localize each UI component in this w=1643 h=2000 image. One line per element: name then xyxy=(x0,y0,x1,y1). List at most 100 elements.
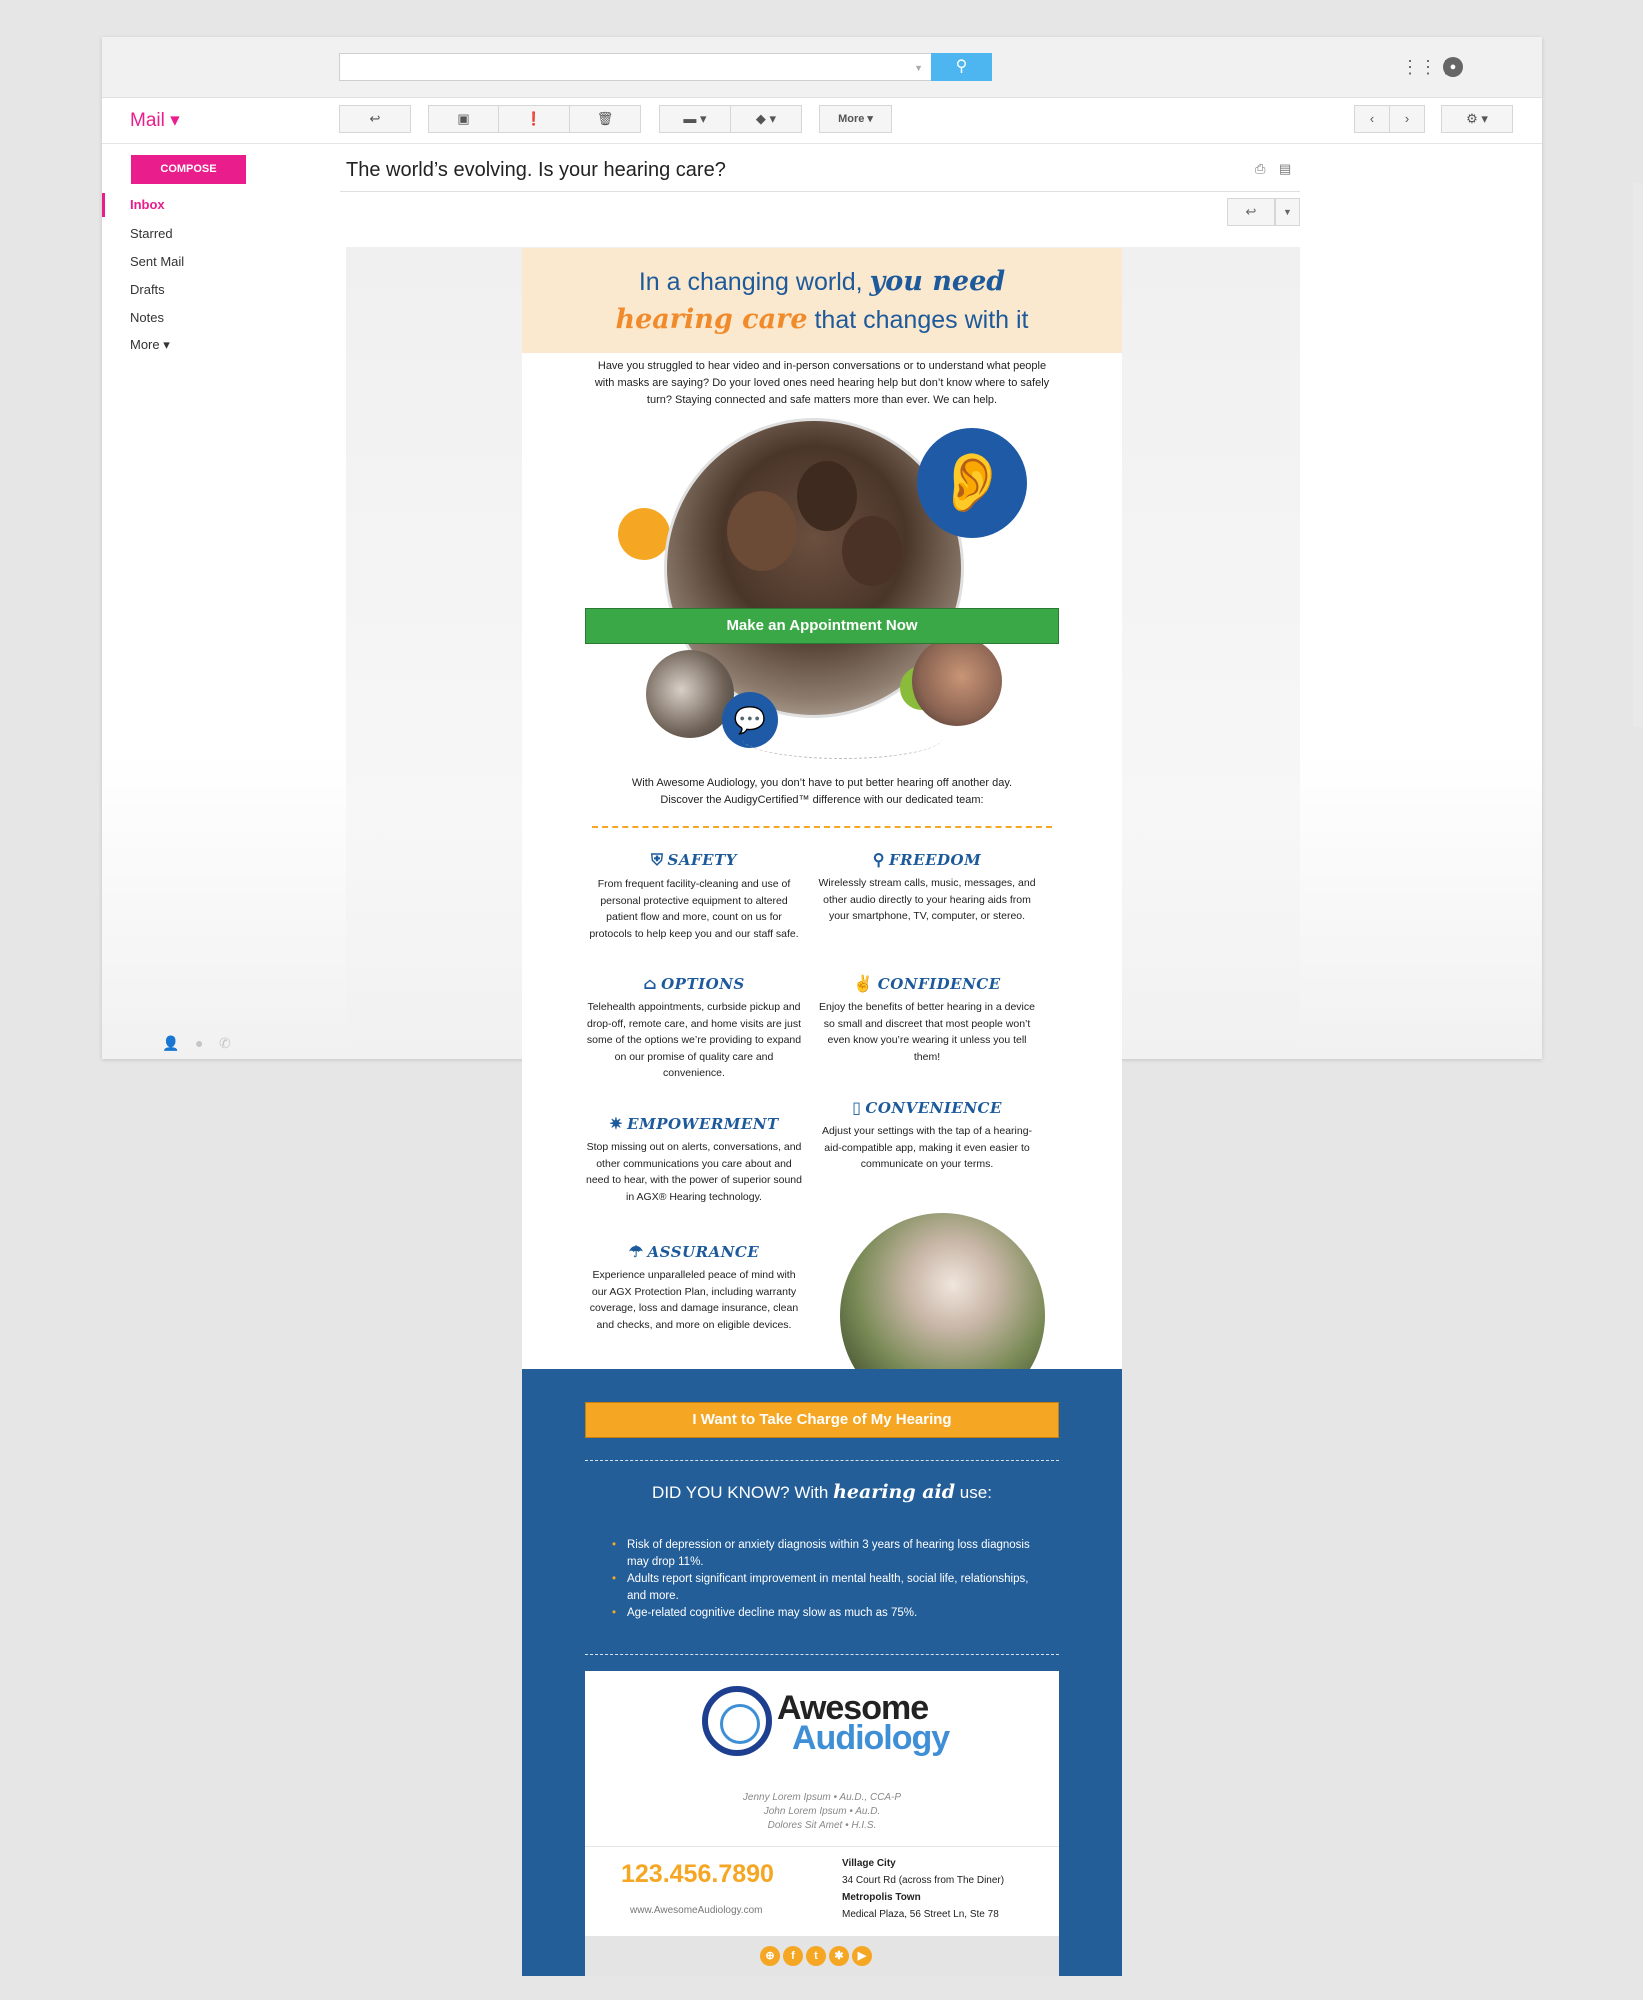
feature-title: OPTIONS xyxy=(661,975,745,993)
search-button[interactable]: ⚲ xyxy=(931,53,992,81)
phone-number[interactable]: 123.456.7890 xyxy=(621,1860,774,1889)
email-subject: The world’s evolving. Is your hearing ca… xyxy=(346,159,726,181)
website-link[interactable]: www.AwesomeAudiology.com xyxy=(630,1905,762,1916)
feature-freedom: ⚲ FREEDOM Wirelessly stream calls, music,… xyxy=(817,850,1037,925)
youtube-icon[interactable]: ▶ xyxy=(852,1946,872,1966)
sidebar-item-notes[interactable]: Notes xyxy=(130,310,164,325)
more-button[interactable]: More ▾ xyxy=(819,105,892,133)
move-to-button[interactable]: ▬ ▾ xyxy=(659,105,731,133)
tag-icon: ◆ ▾ xyxy=(755,111,777,126)
orange-dashed-divider xyxy=(592,826,1052,828)
headline-line-1: In a changing world, you need xyxy=(522,266,1122,297)
delete-button[interactable]: 🗑 xyxy=(569,105,641,133)
notifications-icon[interactable]: ● xyxy=(1443,57,1463,77)
print-icon[interactable]: ⎙ xyxy=(1255,161,1265,177)
subject-divider xyxy=(340,191,1300,192)
phone-app-icon: ▯ xyxy=(852,1098,862,1117)
older-button[interactable]: › xyxy=(1389,105,1425,133)
orange-decor-dot xyxy=(618,508,670,560)
sidebar-item-drafts[interactable]: Drafts xyxy=(130,282,165,297)
make-appointment-button[interactable]: Make an Appointment Now xyxy=(585,608,1059,644)
settings-button[interactable]: ⚙ ▾ xyxy=(1441,105,1513,133)
labels-button[interactable]: ◆ ▾ xyxy=(730,105,802,133)
location-address: Medical Plaza, 56 Street Ln, Ste 78 xyxy=(842,1909,999,1920)
chevron-right-icon: › xyxy=(1404,111,1410,126)
report-spam-button[interactable]: ❗ xyxy=(498,105,570,133)
footer-divider xyxy=(585,1846,1059,1847)
spam-icon: ❗ xyxy=(525,111,543,126)
feature-body: Experience unparalleled peace of mind wi… xyxy=(589,1269,799,1331)
lead-line-1: With Awesome Audiology, you don’t have t… xyxy=(631,777,1013,789)
location-pin-icon: ⚲ xyxy=(872,850,886,869)
headline-emphasis-2: hearing care xyxy=(615,304,808,335)
email-body: In a changing world, you need hearing ca… xyxy=(522,248,1122,1976)
sidebar-item-starred[interactable]: Starred xyxy=(130,226,173,241)
reply-options-button[interactable]: ▼ xyxy=(1275,198,1300,226)
photo-person-3 xyxy=(842,516,902,586)
feature-assurance: ☂ ASSURANCE Experience unparalleled peace… xyxy=(584,1242,804,1333)
locations: Village City 34 Court Rd (across from Th… xyxy=(842,1855,1004,1923)
location-city: Village City xyxy=(842,1858,896,1869)
headline-emphasis: you need xyxy=(869,266,1006,297)
feature-body: Adjust your settings with the tap of a h… xyxy=(821,1125,1033,1170)
feature-title: CONVENIENCE xyxy=(865,1099,1002,1117)
reply-button[interactable]: ↩ xyxy=(1227,198,1275,226)
twitter-icon[interactable]: t xyxy=(806,1946,826,1966)
contacts-icon[interactable]: 👤 xyxy=(162,1035,179,1051)
reply-icon: ↩ xyxy=(1245,204,1257,219)
umbrella-icon: ☂ xyxy=(628,1242,644,1261)
smiling-woman-photo xyxy=(840,1213,1045,1383)
location-address: 34 Court Rd (across from The Diner) xyxy=(842,1875,1005,1886)
trash-icon: 🗑 xyxy=(596,111,614,126)
feature-title: SAFETY xyxy=(667,851,737,869)
feature-body: From frequent facility-cleaning and use … xyxy=(589,878,799,940)
did-you-know-heading: DID YOU KNOW? With hearing aid use: xyxy=(652,1481,992,1503)
telehealth-photo xyxy=(646,650,734,738)
clinic-icon: ⌂ xyxy=(643,974,658,993)
headline-text-2: that changes with it xyxy=(807,306,1029,334)
phone-icon[interactable]: ✆ xyxy=(219,1035,231,1051)
feature-body: Stop missing out on alerts, conversation… xyxy=(586,1141,802,1203)
sidebar-item-inbox[interactable]: Inbox xyxy=(130,197,165,212)
list-item: Adults report significant improvement in… xyxy=(612,1571,1042,1605)
facebook-icon[interactable]: f xyxy=(783,1946,803,1966)
chevron-down-icon: ▼ xyxy=(1283,207,1292,217)
link-icon[interactable]: ⊕ xyxy=(760,1946,780,1966)
social-bar: ⊕ f t ✱ ▶ xyxy=(585,1936,1059,1976)
archive-button[interactable]: ▣ xyxy=(428,105,499,133)
feature-title: EMPOWERMENT xyxy=(627,1115,779,1133)
feature-convenience: ▯ CONVENIENCE Adjust your settings with t… xyxy=(817,1098,1037,1173)
ear-icon: 👂 xyxy=(917,428,1027,538)
scrollbar[interactable] xyxy=(1633,183,1642,727)
list-item: Age-related cognitive decline may slow a… xyxy=(612,1605,1042,1622)
feature-options: ⌂ OPTIONS Telehealth appointments, curbsi… xyxy=(584,974,804,1082)
intro-paragraph: Have you struggled to hear video and in-… xyxy=(594,360,1050,406)
chat-bar: 👤 ● ✆ xyxy=(162,1035,231,1052)
sidebar-item-more[interactable]: More ▾ xyxy=(130,337,170,353)
hangouts-icon[interactable]: ● xyxy=(195,1035,203,1051)
chevron-left-icon: ‹ xyxy=(1369,111,1375,126)
photo-person-1 xyxy=(727,491,797,571)
new-window-icon[interactable]: ▤ xyxy=(1279,161,1291,177)
yelp-icon[interactable]: ✱ xyxy=(829,1946,849,1966)
mail-menu[interactable]: Mail ▾ xyxy=(130,109,180,132)
staff-name: John Lorem Ipsum • Au.D. xyxy=(763,1806,881,1817)
feature-title: FREEDOM xyxy=(889,851,982,869)
back-button[interactable]: ↩ xyxy=(339,105,411,133)
newer-button[interactable]: ‹ xyxy=(1354,105,1390,133)
feature-confidence: ✌ CONFIDENCE Enjoy the benefits of better… xyxy=(817,974,1037,1065)
feature-body: Wirelessly stream calls, music, messages… xyxy=(818,877,1036,922)
apps-grid-icon[interactable]: ⋮⋮⋮ xyxy=(1401,57,1455,77)
compose-button[interactable]: COMPOSE xyxy=(131,155,246,184)
feature-title: ASSURANCE xyxy=(647,1243,760,1261)
blue-section: I Want to Take Charge of My Hearing DID … xyxy=(522,1369,1122,1976)
search-icon: ⚲ xyxy=(955,58,968,75)
search-input[interactable]: ▼ xyxy=(339,53,932,81)
sidebar-item-sent[interactable]: Sent Mail xyxy=(130,254,184,269)
take-charge-button[interactable]: I Want to Take Charge of My Hearing xyxy=(585,1402,1059,1438)
staff-list: Jenny Lorem Ipsum • Au.D., CCA-P John Lo… xyxy=(585,1791,1059,1833)
feature-empowerment: ✷ EMPOWERMENT Stop missing out on alerts,… xyxy=(584,1114,804,1205)
folder-icon: ▬ ▾ xyxy=(683,111,707,126)
search-options-caret-icon[interactable]: ▼ xyxy=(914,63,923,73)
dashed-divider xyxy=(585,1460,1059,1461)
